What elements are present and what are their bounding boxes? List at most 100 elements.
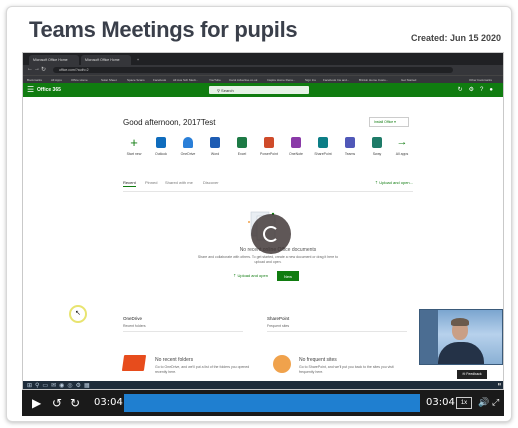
bookmark-item[interactable]: All Apps xyxy=(51,78,62,82)
upload-label: Upload and open xyxy=(237,273,268,278)
no-recent-description: Share and collaborate with others. To ge… xyxy=(197,255,339,264)
playback-speed-button[interactable]: 1x xyxy=(456,397,472,409)
new-document-button[interactable]: New xyxy=(277,271,299,281)
tab-discover[interactable]: Discover xyxy=(203,180,219,185)
browser-tab[interactable]: Microsoft Office Home xyxy=(29,55,79,65)
slide-title: Teams Meetings for pupils xyxy=(29,17,298,42)
app-label: OneNote xyxy=(288,152,303,156)
tab-pinned[interactable]: Pinned xyxy=(145,180,157,185)
fullscreen-icon[interactable]: ⤢ xyxy=(492,390,499,416)
office-header-icons[interactable]: ↻⚙?● xyxy=(458,86,499,93)
taskbar-icons[interactable]: ⊞⚲▭✉◉◎⚙▦ xyxy=(27,382,93,389)
onenote-icon xyxy=(291,137,301,148)
app-sway[interactable]: Sway xyxy=(366,137,388,156)
address-bar: ← → ↻ office.com/?auth=2 xyxy=(23,65,503,75)
app-teams[interactable]: Teams xyxy=(339,137,361,156)
word-icon xyxy=(210,137,220,148)
tab-recent[interactable]: Recent xyxy=(123,180,136,187)
tab-shared-with-me[interactable]: Shared with me xyxy=(165,180,193,185)
app-outlook[interactable]: Outlook xyxy=(150,137,172,156)
sharepoint-icon xyxy=(318,137,328,148)
upload-and-open-button[interactable]: ⇡ Upload and open xyxy=(233,273,268,278)
fast-forward-icon[interactable]: ↻ xyxy=(70,390,80,416)
forward-icon[interactable]: → xyxy=(34,66,40,72)
sites-icon xyxy=(273,355,291,373)
play-icon[interactable]: ▶ xyxy=(32,390,41,416)
browser-tab[interactable]: Microsoft Office Home xyxy=(81,55,131,65)
slide-header: Teams Meetings for pupils Created: Jun 1… xyxy=(7,7,511,47)
outlook-icon xyxy=(156,137,166,148)
app-label: Word xyxy=(210,152,220,156)
url-field[interactable]: office.com/?auth=2 xyxy=(53,67,453,73)
taskbar-clock: ▮▮ xyxy=(497,382,501,386)
bookmark-item[interactable]: Facebook Ins and... xyxy=(323,78,349,82)
browser-tabbar: Microsoft Office Home Microsoft Office H… xyxy=(23,53,503,65)
bookmarks-bar: Bookmarks All Apps Office Home Solar She… xyxy=(23,75,503,83)
presenter-webcam-overlay xyxy=(419,309,503,365)
windows-taskbar: ⊞⚲▭✉◉◎⚙▦ ▮▮ xyxy=(23,381,503,389)
bookmark-item[interactable]: Sign Ins xyxy=(305,78,316,82)
upload-open-label: Upload and open... xyxy=(379,180,413,185)
webcam-background xyxy=(420,310,438,364)
video-player-controls: ▶ ↺ ↻ 03:04 03:04 1x 🔊 ⤢ xyxy=(22,390,504,416)
app-onedrive[interactable]: OneDrive xyxy=(177,137,199,156)
onedrive-recent-folders[interactable]: Recent folders xyxy=(123,324,146,328)
bookmark-item[interactable]: Carol Advertise.co.uk xyxy=(229,78,257,82)
app-all-apps[interactable]: → All apps xyxy=(391,137,413,157)
app-launcher-icon[interactable]: ☰ xyxy=(27,85,34,94)
office-app-name[interactable]: Office 365 xyxy=(37,87,61,93)
app-sharepoint[interactable]: SharePoint xyxy=(312,137,334,156)
end-time: 03:04 xyxy=(426,397,455,408)
bookmark-item[interactable]: Other bookmarks xyxy=(469,78,492,82)
app-launcher-row: + Start new Outlook OneDrive Word Excel … xyxy=(123,136,413,167)
app-word[interactable]: Word xyxy=(204,137,226,156)
office-search-input[interactable]: ⚲ Search xyxy=(209,86,309,94)
bookmark-item[interactable]: Solar Sheet xyxy=(101,78,117,82)
app-label: Teams xyxy=(344,152,356,156)
bookmark-item[interactable]: Brinkin Home Custo... xyxy=(359,78,388,82)
bookmark-item[interactable]: All Aus Sch Medi... xyxy=(173,78,198,82)
app-onenote[interactable]: OneNote xyxy=(285,137,307,156)
app-label: Excel xyxy=(237,152,247,156)
volume-icon[interactable]: 🔊 xyxy=(478,390,489,416)
bookmark-item[interactable]: Get Started xyxy=(401,78,416,82)
folder-icon xyxy=(121,355,147,371)
app-powerpoint[interactable]: PowerPoint xyxy=(258,137,280,156)
bookmark-item[interactable]: Inspire Home Rena... xyxy=(267,78,295,82)
feedback-button[interactable]: ✉ Feedback xyxy=(457,370,487,379)
bookmark-item[interactable]: Bookmarks xyxy=(27,78,42,82)
video-frame[interactable]: Microsoft Office Home Microsoft Office H… xyxy=(22,52,504,390)
app-label: OneDrive xyxy=(180,152,196,156)
tab-label: Microsoft Office Home xyxy=(85,58,120,62)
onedrive-section-title: OneDrive xyxy=(123,316,143,321)
sharepoint-section-title: SharePoint xyxy=(267,316,290,321)
search-placeholder: Search xyxy=(221,88,234,93)
presenter-body xyxy=(438,342,484,364)
new-tab-button[interactable]: + xyxy=(133,55,141,65)
no-frequent-sites-title: No frequent sites xyxy=(299,357,337,363)
app-excel[interactable]: Excel xyxy=(231,137,253,156)
app-label: PowerPoint xyxy=(260,152,278,156)
bookmark-item[interactable]: Space Scans xyxy=(127,78,145,82)
reload-icon[interactable]: ↻ xyxy=(41,66,46,73)
sway-icon xyxy=(372,137,382,148)
document-filter-tabs: Recent Pinned Shared with me Discover ⇡ … xyxy=(123,180,413,190)
bookmark-item[interactable]: Facebook xyxy=(153,78,166,82)
powerpoint-icon xyxy=(264,137,274,148)
onedrive-divider xyxy=(123,331,243,332)
rewind-icon[interactable]: ↺ xyxy=(52,390,62,416)
app-start-new[interactable]: + Start new xyxy=(123,136,145,156)
bookmark-item[interactable]: Office Home xyxy=(71,78,88,82)
upload-and-open-link[interactable]: ⇡ Upload and open... xyxy=(375,180,413,185)
sharepoint-divider xyxy=(267,331,407,332)
install-office-button[interactable]: Install Office ▾ xyxy=(369,117,409,127)
office-header: ☰ Office 365 ⚲ Search ↻⚙?● xyxy=(23,83,503,97)
no-recent-folders-text: Go to OneDrive, and we'll put a list of … xyxy=(155,365,250,374)
bookmark-item[interactable]: YouTube xyxy=(209,78,221,82)
app-label: All apps xyxy=(395,152,409,156)
back-icon[interactable]: ← xyxy=(27,66,33,72)
no-frequent-sites-text: Go to SharePoint, and we'll put you back… xyxy=(299,365,394,374)
sharepoint-frequent-sites[interactable]: Frequent sites xyxy=(267,324,289,328)
progress-bar[interactable] xyxy=(124,394,420,412)
no-recent-folders-title: No recent folders xyxy=(155,357,194,363)
